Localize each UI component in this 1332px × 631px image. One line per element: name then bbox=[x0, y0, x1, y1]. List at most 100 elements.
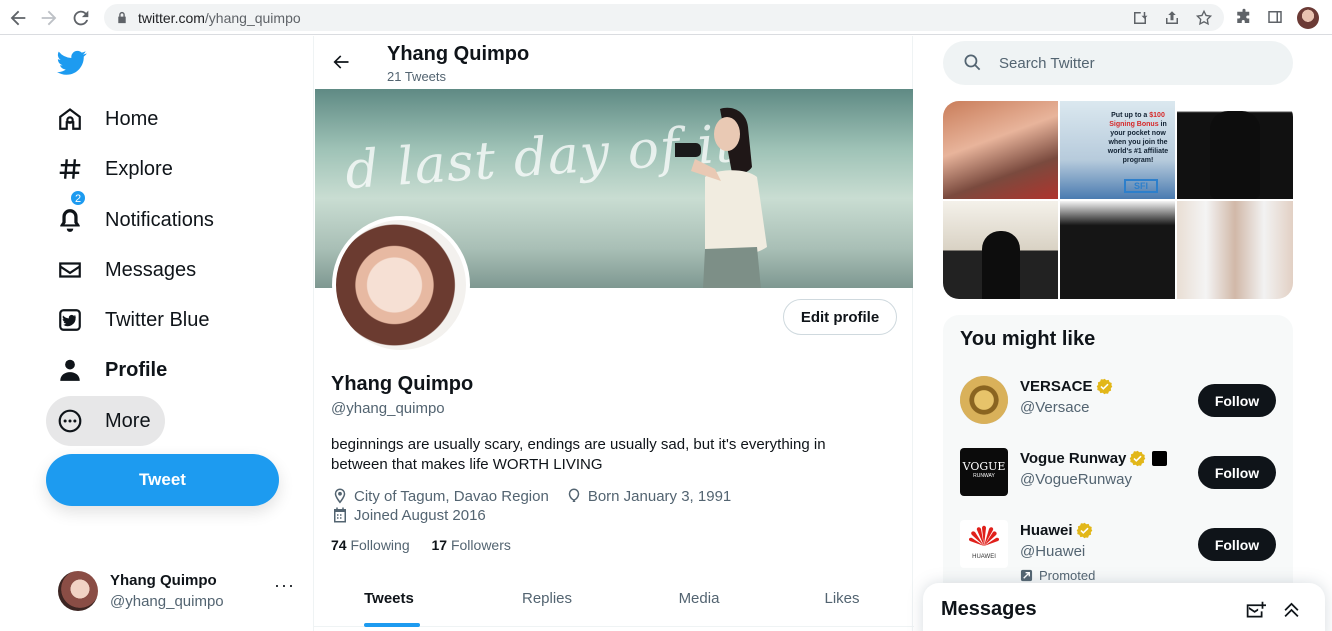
ad-copy: Put up to a $100 Signing Bonus in your po… bbox=[1107, 112, 1169, 164]
reload-icon[interactable] bbox=[70, 7, 92, 29]
chevron-up-double-icon[interactable] bbox=[1281, 600, 1302, 621]
nav-twitter-blue[interactable]: Twitter Blue bbox=[46, 295, 223, 345]
follow-button[interactable]: Follow bbox=[1198, 456, 1276, 489]
twitter-logo-icon[interactable] bbox=[57, 50, 87, 76]
tab-likes[interactable]: Likes bbox=[767, 574, 917, 627]
media-thumbnail[interactable] bbox=[943, 201, 1058, 299]
huawei-avatar: HUAWEI bbox=[960, 520, 1008, 568]
media-thumbnail[interactable]: Put up to a $100 Signing Bonus in your po… bbox=[1060, 101, 1175, 199]
tab-replies[interactable]: Replies bbox=[472, 574, 622, 627]
edit-profile-button[interactable]: Edit profile bbox=[783, 299, 897, 335]
media-thumbnail[interactable] bbox=[943, 101, 1058, 199]
home-icon bbox=[59, 108, 81, 130]
suggestion-name: VERSACE bbox=[1020, 378, 1113, 395]
profile-location: City of Tagum, Davao Region bbox=[354, 487, 549, 505]
profile-birthday: Born January 3, 1991 bbox=[587, 487, 732, 505]
header-tweet-count: 21 Tweets bbox=[387, 69, 447, 84]
profile-joined: Joined August 2016 bbox=[354, 506, 486, 524]
profile-handle: @yhang_quimpo bbox=[331, 400, 445, 417]
new-message-icon[interactable] bbox=[1245, 600, 1266, 621]
suggestion-handle: @Huawei bbox=[1020, 543, 1086, 560]
profile-media-grid: Put up to a $100 Signing Bonus in your po… bbox=[943, 101, 1293, 299]
media-thumbnail[interactable] bbox=[1060, 201, 1175, 299]
account-switcher[interactable]: Yhang Quimpo @yhang_quimpo ··· bbox=[46, 561, 306, 621]
account-menu-icon[interactable]: ··· bbox=[274, 575, 295, 596]
search-box bbox=[943, 41, 1293, 85]
followers-link[interactable]: 17 Followers bbox=[432, 537, 511, 553]
suggestion-item[interactable]: HUAWEI Huawei @Huawei Follow Promoted bbox=[960, 516, 1280, 583]
nav-messages[interactable]: Messages bbox=[46, 245, 210, 295]
balloon-icon bbox=[568, 488, 580, 502]
profile-column: Yhang Quimpo 21 Tweets d last day of it.… bbox=[313, 36, 914, 631]
verified-badge-icon bbox=[1076, 522, 1092, 539]
promoted-arrow-icon bbox=[1020, 569, 1033, 582]
nav-explore[interactable]: Explore bbox=[46, 144, 187, 194]
suggestion-handle: @Versace bbox=[1020, 399, 1090, 416]
verified-badge-icon bbox=[1096, 378, 1112, 395]
nav-twitter-blue-label: Twitter Blue bbox=[105, 308, 210, 331]
bell-icon bbox=[60, 209, 80, 232]
nav-home[interactable]: Home bbox=[46, 94, 172, 144]
extensions-icon[interactable] bbox=[1235, 8, 1253, 26]
back-arrow-icon[interactable] bbox=[7, 7, 29, 29]
ad-logo: SFI bbox=[1124, 179, 1158, 193]
messages-drawer-title: Messages bbox=[941, 598, 1037, 620]
follow-button[interactable]: Follow bbox=[1198, 384, 1276, 417]
suggestion-item[interactable]: VERSACE @Versace Follow bbox=[960, 372, 1280, 428]
person-icon bbox=[60, 359, 80, 381]
dress-image bbox=[1210, 111, 1260, 199]
share-icon[interactable] bbox=[1163, 9, 1181, 27]
suggestion-name: Huawei bbox=[1020, 522, 1093, 539]
nav-profile-label: Profile bbox=[105, 358, 168, 381]
verified-badge-icon bbox=[1130, 450, 1146, 467]
browser-profile-avatar[interactable] bbox=[1297, 7, 1319, 29]
tab-media[interactable]: Media bbox=[624, 574, 774, 627]
location-pin-icon bbox=[334, 488, 346, 504]
huawei-logo-icon bbox=[968, 525, 1000, 546]
tweet-button[interactable]: Tweet bbox=[46, 454, 279, 506]
side-panel-icon[interactable] bbox=[1266, 8, 1284, 26]
browser-toolbar: twitter.com/yhang_quimpo bbox=[0, 0, 1332, 35]
follow-stats: 74 Following 17 Followers bbox=[331, 537, 511, 553]
nav-notifications[interactable]: 2 Notifications bbox=[46, 190, 228, 245]
media-thumbnail[interactable] bbox=[1177, 201, 1293, 299]
messages-drawer[interactable]: Messages bbox=[923, 583, 1325, 631]
search-input[interactable] bbox=[999, 51, 1269, 75]
nav-profile[interactable]: Profile bbox=[46, 345, 181, 395]
install-app-icon[interactable] bbox=[1131, 9, 1149, 27]
url-text: twitter.com/yhang_quimpo bbox=[138, 10, 301, 26]
suggestion-item[interactable]: VOGUE RUNWAY Vogue Runway @VogueRunway F… bbox=[960, 444, 1280, 500]
follow-button[interactable]: Follow bbox=[1198, 528, 1276, 561]
address-bar[interactable]: twitter.com/yhang_quimpo bbox=[104, 4, 1224, 31]
hashtag-icon bbox=[59, 159, 81, 179]
following-link[interactable]: 74 Following bbox=[331, 537, 410, 553]
dress-image bbox=[981, 231, 1020, 299]
you-might-like-panel: You might like VERSACE @Versace Follow V… bbox=[943, 315, 1293, 605]
nav-notifications-label: Notifications bbox=[105, 208, 214, 231]
promoted-label: Promoted bbox=[1020, 568, 1095, 583]
lock-icon[interactable] bbox=[116, 11, 128, 24]
header-name: Yhang Quimpo bbox=[387, 43, 530, 65]
active-tab-indicator bbox=[364, 623, 420, 627]
profile-avatar[interactable] bbox=[332, 216, 470, 354]
versace-avatar bbox=[960, 376, 1008, 424]
nav-more[interactable]: More bbox=[46, 396, 165, 446]
more-circle-icon bbox=[58, 409, 82, 433]
nav-messages-label: Messages bbox=[105, 258, 197, 281]
affiliate-badge-icon bbox=[1152, 451, 1168, 466]
forward-arrow-icon[interactable] bbox=[38, 7, 60, 29]
profile-tabs: Tweets Replies Media Likes bbox=[314, 574, 914, 627]
profile-bio: beginnings are usually scary, endings ar… bbox=[331, 436, 826, 473]
calendar-icon bbox=[334, 507, 346, 523]
profile-name: Yhang Quimpo bbox=[331, 373, 474, 395]
bookmark-star-icon[interactable] bbox=[1195, 9, 1213, 27]
nav-explore-label: Explore bbox=[105, 157, 173, 180]
account-name: Yhang Quimpo bbox=[110, 572, 217, 589]
back-arrow-icon[interactable] bbox=[331, 52, 351, 72]
vogue-runway-avatar: VOGUE RUNWAY bbox=[960, 448, 1008, 496]
profile-joined-row: Joined August 2016 bbox=[331, 506, 486, 524]
profile-meta-row: City of Tagum, Davao Region Born January… bbox=[331, 487, 731, 505]
media-thumbnail[interactable] bbox=[1177, 101, 1293, 199]
twitter-blue-icon bbox=[59, 309, 81, 331]
tab-tweets[interactable]: Tweets bbox=[314, 574, 464, 627]
